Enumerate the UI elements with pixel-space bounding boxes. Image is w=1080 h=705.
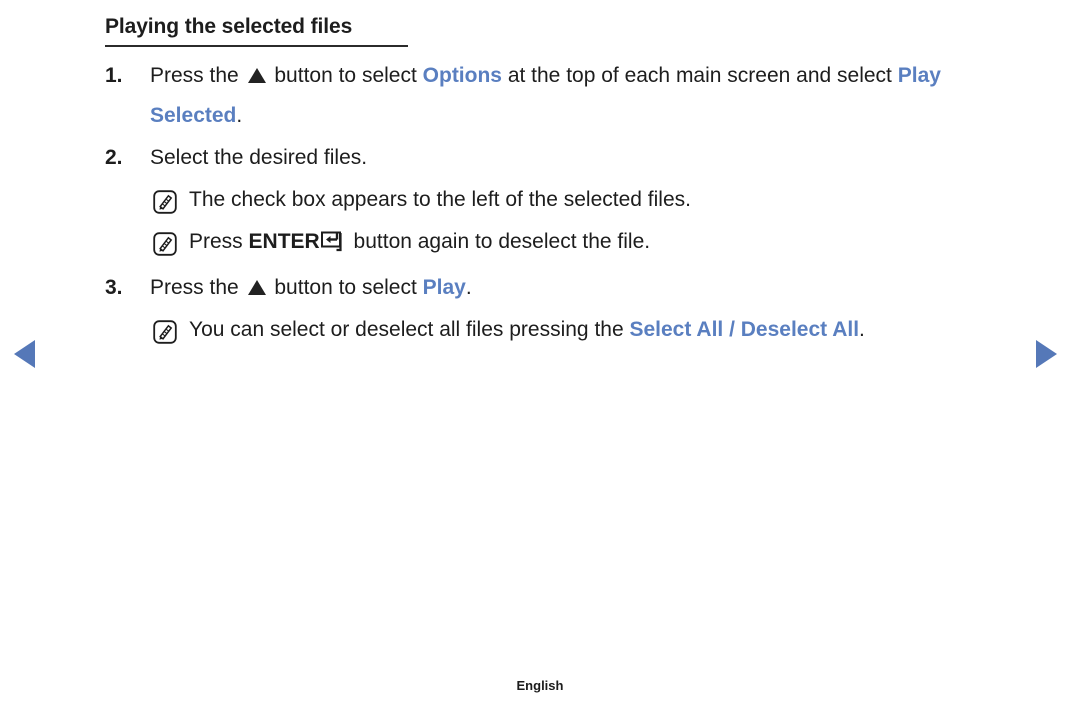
next-page-button[interactable] [1036,340,1066,370]
enter-key-icon [320,226,347,266]
up-triangle-icon [247,68,266,83]
step-text-segment: button to select [268,64,423,87]
step-number: 2. [105,146,123,169]
note-pencil-icon [153,190,177,219]
step-text-segment: . [236,104,243,127]
previous-page-button[interactable] [14,340,44,370]
step-text: Press the button to select Play. [150,268,472,308]
note-text-segment: . [859,318,865,341]
up-triangle-icon [247,280,266,295]
right-triangle-icon [1036,340,1057,368]
ui-term-play: Play [422,276,466,299]
note-pencil-icon [153,232,177,261]
note-text-segment: button again to deselect the file. [347,230,651,253]
list-item: 2. Select the desired files. [0,138,1080,178]
step-text: Press the button to select Options at th… [150,56,980,136]
key-label-enter: ENTER [248,230,320,253]
step-text-segment: Select the desired files. [150,146,368,169]
page-title: Playing the selected files [105,15,353,38]
step-text-segment: at the top of each main screen and selec… [501,64,898,87]
instruction-list: 1. Press the button to select Options at… [0,56,1080,352]
step-text-segment: button to select [268,276,423,299]
note-item: Press ENTER button again to deselect the… [0,222,1080,266]
note-text: You can select or deselect all files pre… [189,310,865,350]
list-item: 1. Press the button to select Options at… [0,56,1080,136]
step-text-segment: Press the [150,276,245,299]
note-text-segment: Press [189,230,249,253]
footer-language-label: English [516,678,564,693]
note-item: You can select or deselect all files pre… [0,310,1080,350]
step-text: Select the desired files. [150,138,367,178]
ui-term-select-all: Select All / Deselect All [629,318,860,341]
note-text: Press ENTER button again to deselect the… [189,222,650,266]
note-text: The check box appears to the left of the… [189,180,691,220]
step-text-segment: Press the [150,64,245,87]
list-item: 3. Press the button to select Play. [0,268,1080,308]
note-item: The check box appears to the left of the… [0,180,1080,220]
step-number: 3. [105,276,123,299]
page-heading-block: Playing the selected files [105,14,408,47]
manual-page: Playing the selected files 1. Press the … [0,0,1080,705]
left-triangle-icon [14,340,35,368]
note-pencil-icon [153,320,177,349]
note-text-segment: The check box appears to the left of the… [189,188,691,211]
ui-term-options: Options [422,64,502,87]
step-text-segment: . [465,276,472,299]
step-number: 1. [105,64,123,87]
heading-underline [105,45,408,47]
note-text-segment: You can select or deselect all files pre… [189,318,630,341]
